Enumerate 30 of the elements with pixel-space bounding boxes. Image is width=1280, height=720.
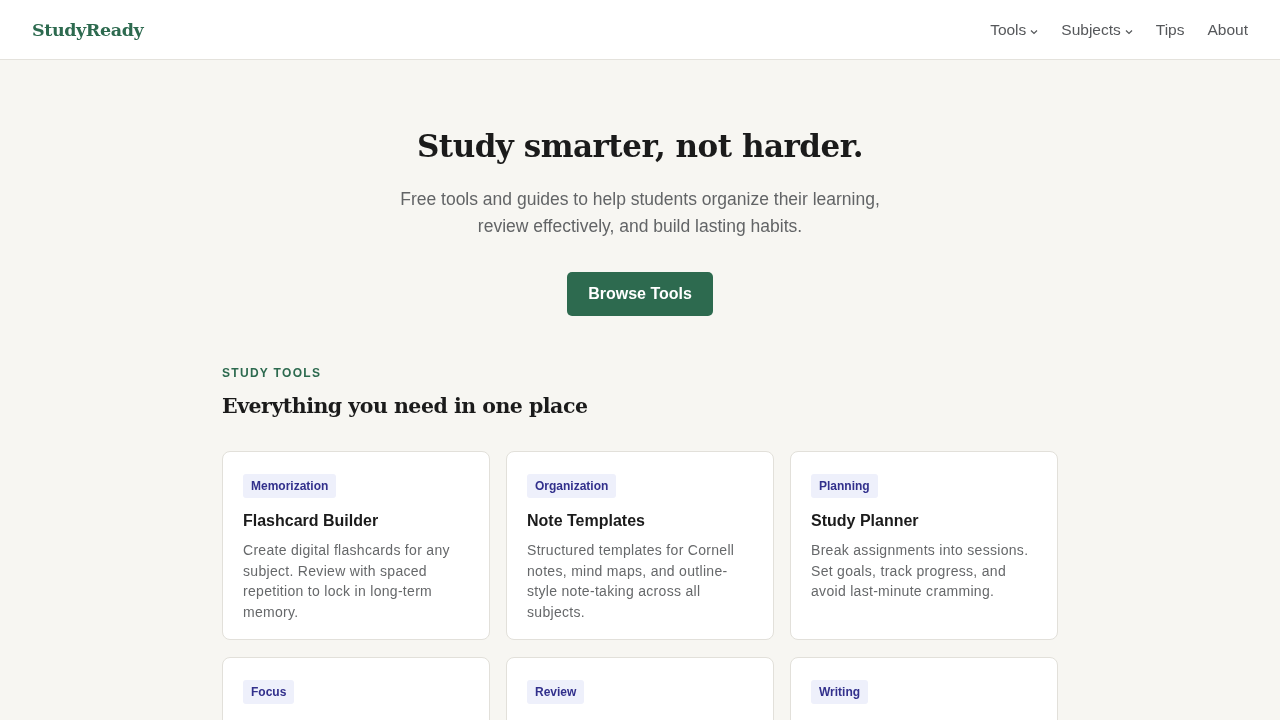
section-eyebrow: STUDY TOOLS bbox=[222, 366, 323, 380]
browse-tools-button[interactable]: Browse Tools bbox=[567, 272, 713, 316]
chevron-down-icon bbox=[1124, 29, 1133, 35]
tool-card[interactable]: Organization Note Templates Structured templates for Cornell notes, mind maps, and outline-style note-taking across all subjects. bbox=[506, 451, 774, 640]
category-tag: Review bbox=[527, 680, 585, 704]
card-description: Create digital flashcards for any subject. Review with spaced repetition to lock in long-term memory. bbox=[243, 541, 451, 622]
card-title: Flashcard Builder bbox=[243, 511, 379, 531]
card-title: Note Templates bbox=[527, 511, 645, 531]
section-heading: Everything you need in one place bbox=[222, 393, 589, 420]
card-description: Break assignments into sessions. Set goals, track progress, and avoid last-minute cramming. bbox=[811, 541, 1030, 601]
chevron-down-icon bbox=[1030, 29, 1039, 35]
category-tag: Memorization bbox=[243, 474, 337, 498]
nav-link[interactable]: About bbox=[1207, 20, 1248, 39]
card-title: Study Planner bbox=[811, 511, 919, 531]
nav-dropdown[interactable]: Tools bbox=[990, 20, 1039, 39]
tool-card[interactable]: Memorization Flashcard Builder Create digital flashcards for any subject. Review with spaced repetition to lock in long-term memory. bbox=[222, 451, 490, 640]
category-tag: Writing bbox=[811, 680, 869, 704]
nav-dropdown[interactable]: Subjects bbox=[1061, 20, 1133, 39]
tool-card[interactable]: Writing bbox=[790, 657, 1058, 720]
category-tag: Focus bbox=[243, 680, 295, 704]
logo[interactable]: StudyReady bbox=[32, 19, 144, 40]
nav-link[interactable]: Tips bbox=[1155, 20, 1185, 39]
tool-card[interactable]: Review bbox=[506, 657, 774, 720]
category-tag: Planning bbox=[811, 474, 878, 498]
hero-subtitle: Free tools and guides to help students organize their learning, review effectively, and build lasting habits. bbox=[399, 188, 881, 238]
category-tag: Organization bbox=[527, 474, 617, 498]
tool-card[interactable]: Planning Study Planner Break assignments into sessions. Set goals, track progress, and avoid last-minute cramming. bbox=[790, 451, 1058, 640]
hero-title: Study smarter, not harder. bbox=[416, 127, 864, 166]
tool-card[interactable]: Focus bbox=[222, 657, 490, 720]
card-description: Structured templates for Cornell notes, mind maps, and outline-style note-taking across all subjects. bbox=[527, 541, 736, 622]
